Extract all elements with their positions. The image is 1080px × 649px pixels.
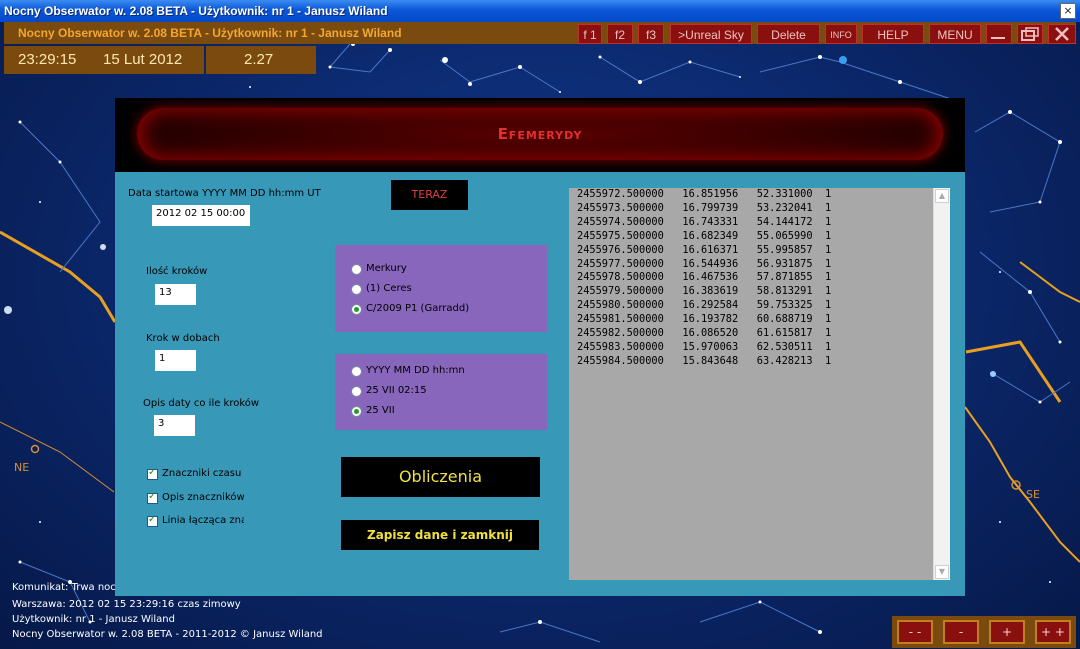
checkbox-checked-icon <box>147 467 158 480</box>
result-row: 2455982.500000 16.086520 61.615817 1 <box>577 327 832 340</box>
radio-icon <box>351 264 362 275</box>
radio-selected-icon <box>351 304 362 315</box>
zoom-out-fast-button[interactable]: - - <box>897 620 933 644</box>
result-row: 2455978.500000 16.467536 57.871855 1 <box>577 271 832 284</box>
radio-selected-icon <box>351 406 362 417</box>
start-date-label: Data startowa YYYY MM DD hh:mm UT <box>128 188 321 199</box>
result-row: 2455979.500000 16.383619 58.813291 1 <box>577 285 832 298</box>
object-option-label: Merkury <box>366 263 407 274</box>
clock-panel: 23:29:15 15 Lut 2012 <box>4 46 204 74</box>
status-location: Warszawa: 2012 02 15 23:29:16 czas zimow… <box>12 599 241 610</box>
app-close-button[interactable] <box>1048 24 1076 44</box>
status-footer: Nocny Obserwator w. 2.08 BETA - 2011-201… <box>12 629 323 640</box>
scroll-up-icon[interactable]: ▲ <box>935 189 949 203</box>
step-days-label: Krok w dobach <box>146 333 220 344</box>
checkbox-label: Opis znaczników <box>162 492 244 503</box>
checkbox-label: Znaczniki czasu <box>162 468 242 479</box>
unreal-sky-button[interactable]: >Unreal Sky <box>670 24 752 44</box>
compass-se-label: SE <box>1026 488 1040 501</box>
result-row: 2455976.500000 16.616371 55.995857 1 <box>577 243 832 256</box>
status-message: Komunikat: Trwa noc <box>12 582 116 593</box>
steps-input[interactable]: 13 <box>155 284 196 305</box>
checkbox-checked-icon <box>147 491 158 504</box>
step-days-input[interactable]: 1 <box>155 350 196 371</box>
radio-icon <box>351 284 362 295</box>
object-option-label: C/2009 P1 (Garradd) <box>366 303 470 314</box>
checkbox-label: Linia łącząca znaczniki <box>162 515 244 526</box>
zoom-in-button[interactable]: + <box>989 620 1025 644</box>
date-format-label: 25 VII 02:15 <box>366 385 427 396</box>
object-radio-group: Merkury (1) Ceres C/2009 P1 (Garradd) <box>335 245 547 332</box>
restore-icon <box>1021 27 1039 41</box>
result-row: 2455984.500000 15.843648 63.428213 1 <box>577 354 832 367</box>
object-option-label: (1) Ceres <box>366 283 412 294</box>
results-scrollbar[interactable]: ▲ ▼ <box>933 188 950 580</box>
results-list: 2455972.500000 16.851956 52.331000 1 2455… <box>577 188 831 369</box>
clock-date: 15 Lut 2012 <box>103 51 183 68</box>
magnitude-panel: 2.27 <box>206 46 316 74</box>
start-date-input[interactable]: 2012 02 15 00:00 <box>152 205 250 226</box>
f3-button[interactable]: f3 <box>638 24 664 44</box>
close-icon <box>1055 27 1069 41</box>
date-desc-input[interactable]: 3 <box>154 415 195 436</box>
result-row: 2455980.500000 16.292584 59.753325 1 <box>577 299 832 312</box>
window-close-icon: × <box>1063 4 1073 17</box>
now-button[interactable]: TERAZ <box>391 180 468 210</box>
f2-button[interactable]: f2 <box>607 24 633 44</box>
app-minimize-button[interactable] <box>986 24 1012 44</box>
menu-button[interactable]: MENU <box>929 24 981 44</box>
result-row: 2455974.500000 16.743331 54.144172 1 <box>577 215 832 228</box>
checkbox-checked-icon <box>147 514 158 527</box>
calculate-button[interactable]: Obliczenia <box>341 457 540 497</box>
app-restore-button[interactable] <box>1017 24 1043 44</box>
status-user: Użytkownik: nr 1 - Janusz Wiland <box>12 614 175 625</box>
radio-icon <box>351 386 362 397</box>
result-row: 2455977.500000 16.544936 56.931875 1 <box>577 257 832 270</box>
dialog-header: Efemerydy <box>115 98 965 172</box>
radio-icon <box>351 366 362 377</box>
delete-button[interactable]: Delete <box>757 24 820 44</box>
app-title: Nocny Obserwator w. 2.08 BETA - Użytkown… <box>18 26 402 40</box>
info-button[interactable]: INFO <box>825 24 857 44</box>
window-close-button[interactable]: × <box>1060 3 1076 19</box>
date-desc-label: Opis daty co ile kroków <box>143 398 260 409</box>
clock-time: 23:29:15 <box>18 51 77 68</box>
result-row: 2455972.500000 16.851956 52.331000 1 <box>577 188 832 200</box>
window-titlebar: Nocny Obserwator w. 2.08 BETA - Użytkown… <box>0 0 1080 22</box>
zoom-in-fast-button[interactable]: + + <box>1035 620 1071 644</box>
results-textarea[interactable]: 2455972.500000 16.851956 52.331000 1 2455… <box>569 188 950 580</box>
result-row: 2455973.500000 16.799739 53.232041 1 <box>577 201 832 214</box>
result-row: 2455983.500000 15.970063 62.530511 1 <box>577 340 832 353</box>
result-row: 2455981.500000 16.193782 60.688719 1 <box>577 313 832 326</box>
result-row: 2455975.500000 16.682349 55.065990 1 <box>577 229 832 242</box>
magnitude-value: 2.27 <box>244 51 274 68</box>
date-format-label: YYYY MM DD hh:mn <box>366 365 465 376</box>
zoom-out-button[interactable]: - <box>943 620 979 644</box>
date-format-radio-group: YYYY MM DD hh:mn 25 VII 02:15 25 VII <box>335 354 547 430</box>
compass-ne-label: NE <box>14 461 30 474</box>
window-title: Nocny Obserwator w. 2.08 BETA - Użytkown… <box>4 4 388 18</box>
scroll-down-icon[interactable]: ▼ <box>935 565 949 579</box>
minimize-icon <box>991 37 1005 39</box>
date-format-label: 25 VII <box>366 405 395 416</box>
save-and-close-button[interactable]: Zapisz dane i zamknij <box>341 520 539 550</box>
help-button[interactable]: HELP <box>862 24 924 44</box>
ephemeris-dialog: Efemerydy Data startowa YYYY MM DD hh:mm… <box>115 98 965 596</box>
f1-button[interactable]: f 1 <box>578 24 602 44</box>
dialog-title: Efemerydy <box>497 125 583 143</box>
steps-label: Ilość kroków <box>146 266 208 277</box>
